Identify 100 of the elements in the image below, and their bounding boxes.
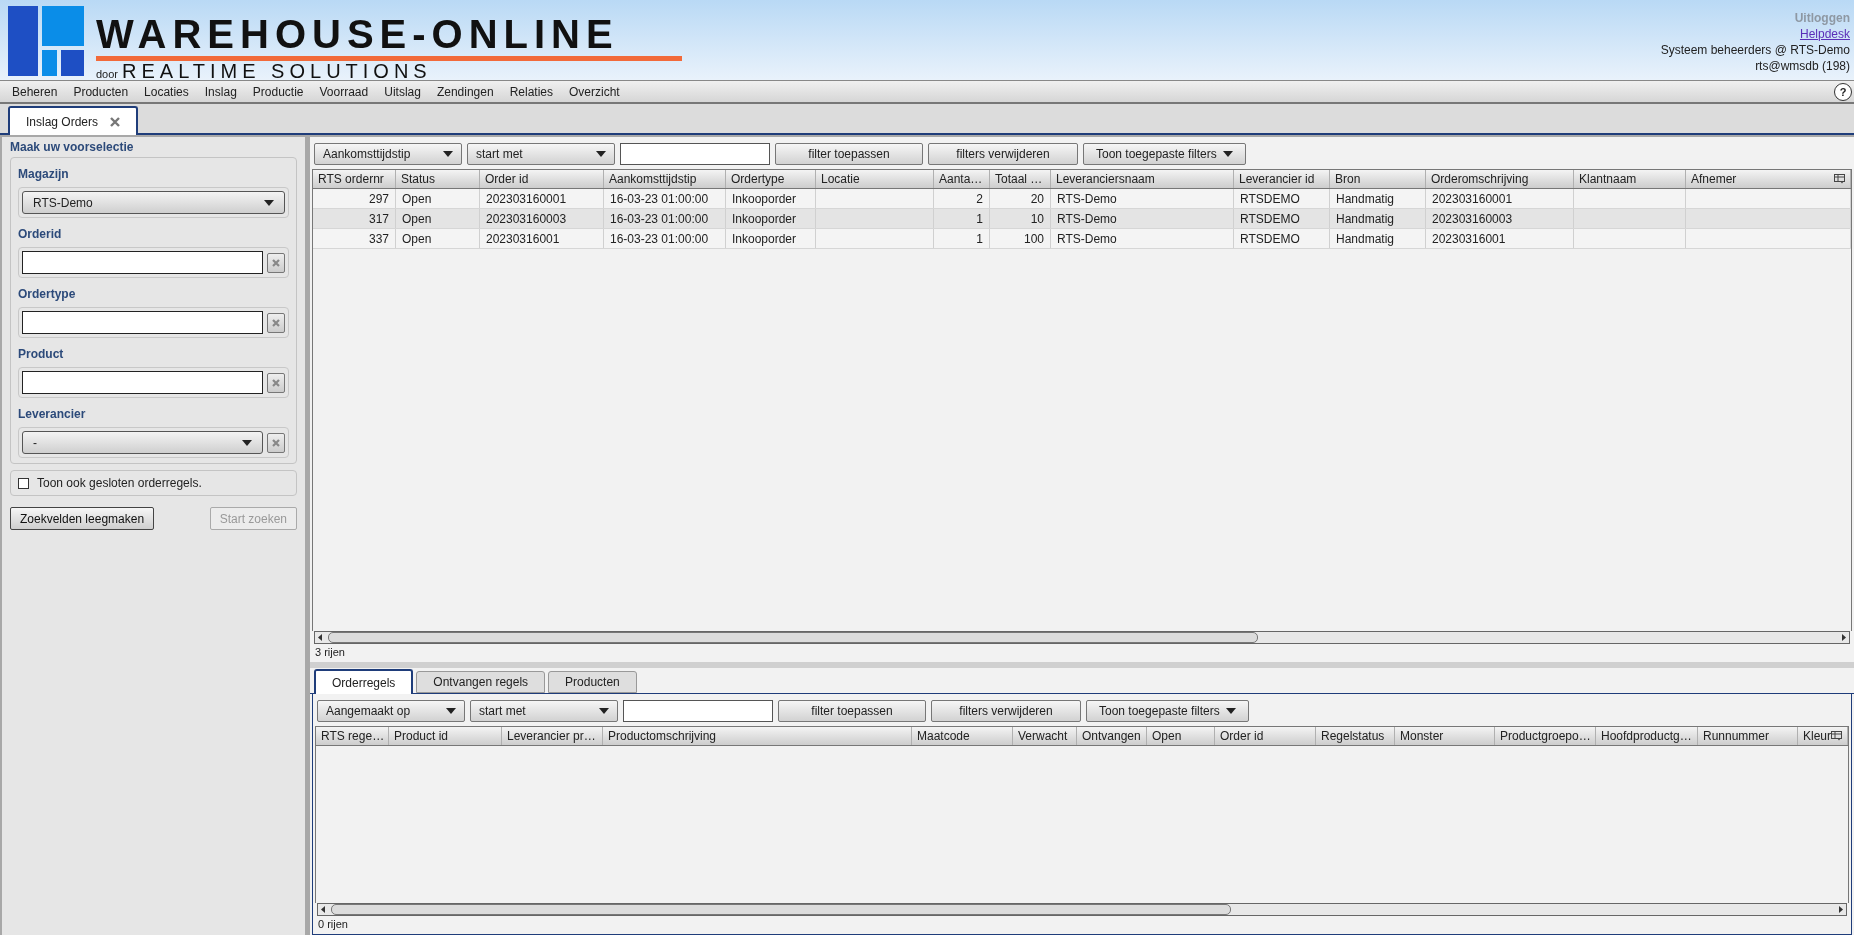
- dropdown[interactable]: start met: [467, 143, 615, 165]
- table-cell: 202303160003: [480, 209, 604, 228]
- caret-icon: [264, 199, 274, 206]
- table-cell: 20230316001: [480, 229, 604, 248]
- menu-item[interactable]: Beheren: [4, 81, 66, 102]
- column-header[interactable]: Ontvangen: [1077, 727, 1147, 745]
- table-cell: 100: [990, 229, 1051, 248]
- panel-title: Maak uw voorselectie: [10, 139, 135, 155]
- input-field[interactable]: [22, 251, 263, 274]
- table-cell: 202303160003: [1426, 209, 1574, 228]
- table-cell: 297: [313, 189, 396, 208]
- clear-button[interactable]: [267, 252, 285, 273]
- clear-fields-button[interactable]: Zoekvelden leegmaken: [10, 507, 155, 530]
- brand-subtitle: REALTIME SOLUTIONS: [122, 61, 432, 81]
- column-header[interactable]: Orderomschrijving: [1426, 170, 1574, 188]
- horizontal-scrollbar[interactable]: [314, 631, 1850, 644]
- column-header[interactable]: Leveranciersnaam: [1051, 170, 1234, 188]
- filter-input[interactable]: [623, 700, 773, 722]
- column-header[interactable]: Klantnaam: [1574, 170, 1686, 188]
- column-header[interactable]: Product id: [389, 727, 502, 745]
- checkbox[interactable]: [18, 477, 29, 489]
- dropdown[interactable]: -: [22, 431, 263, 454]
- detail-tab[interactable]: Orderregels: [314, 669, 414, 694]
- column-header[interactable]: Maatcode: [912, 727, 1013, 745]
- column-header[interactable]: Productomschrijving: [603, 727, 912, 745]
- horizontal-scrollbar[interactable]: [317, 903, 1847, 916]
- column-header[interactable]: Open: [1147, 727, 1215, 745]
- apply-filter-button[interactable]: filter toepassen: [778, 700, 926, 722]
- column-header[interactable]: Kleur: [1798, 727, 1848, 745]
- table-cell: 20: [990, 189, 1051, 208]
- apply-filter-button[interactable]: filter toepassen: [775, 143, 923, 165]
- table-cell: Handmatig: [1330, 189, 1426, 208]
- dropdown[interactable]: start met: [470, 700, 618, 722]
- menu-item[interactable]: Overzicht: [561, 81, 628, 102]
- logo-icon: [8, 6, 84, 76]
- column-header[interactable]: RTS ordernr: [313, 170, 396, 188]
- column-header[interactable]: Leverancier id: [1234, 170, 1330, 188]
- brand-title: WAREHOUSE-ONLINE: [96, 14, 620, 54]
- column-header[interactable]: Aankomsttijdstip: [604, 170, 726, 188]
- table-cell: 202303160001: [1426, 189, 1574, 208]
- row-count: 3 rijen: [314, 645, 346, 660]
- menu-item[interactable]: Voorraad: [311, 81, 377, 102]
- column-header[interactable]: Runnummer: [1698, 727, 1798, 745]
- table-cell: 1: [934, 209, 990, 228]
- column-header[interactable]: Regelstatus: [1316, 727, 1395, 745]
- clear-button[interactable]: [267, 372, 285, 393]
- table-cell: 202303160001: [480, 189, 604, 208]
- close-icon: [272, 258, 280, 267]
- column-header[interactable]: Bron: [1330, 170, 1426, 188]
- dropdown[interactable]: RTS-Demo: [22, 191, 285, 214]
- column-header[interactable]: Locatie: [816, 170, 934, 188]
- menu-item[interactable]: Productie: [244, 81, 312, 102]
- column-header[interactable]: Status: [396, 170, 480, 188]
- menu-item[interactable]: Locaties: [136, 81, 197, 102]
- detail-tab[interactable]: Ontvangen regels: [416, 671, 546, 693]
- close-icon: [110, 116, 121, 127]
- field-label: Leverancier: [18, 406, 87, 422]
- column-header[interactable]: Order id: [480, 170, 604, 188]
- column-menu-icon: [1831, 731, 1842, 741]
- menu-item[interactable]: Uitslag: [376, 81, 429, 102]
- menu-item[interactable]: Zendingen: [428, 81, 502, 102]
- clear-filters-button[interactable]: filters verwijderen: [928, 143, 1078, 165]
- column-header[interactable]: RTS rege…: [316, 727, 389, 745]
- user-db-text: rts@wmsdb (198): [1755, 58, 1850, 74]
- close-icon: [272, 318, 280, 327]
- page-tab[interactable]: Inslag Orders: [8, 106, 139, 135]
- help-button[interactable]: ?: [1834, 82, 1852, 101]
- column-header[interactable]: Order id: [1215, 727, 1316, 745]
- input-field[interactable]: [22, 371, 263, 394]
- column-header[interactable]: Afnemer: [1686, 170, 1851, 188]
- column-header[interactable]: Ordertype: [726, 170, 816, 188]
- field-label: Magazijn: [18, 166, 70, 182]
- menu-item[interactable]: Inslag: [196, 81, 245, 102]
- close-icon: [272, 438, 280, 447]
- column-header[interactable]: Monster: [1395, 727, 1495, 745]
- column-header[interactable]: Productgroepo…: [1495, 727, 1596, 745]
- clear-button[interactable]: [267, 312, 285, 333]
- column-header[interactable]: Hoofdproductg…: [1596, 727, 1698, 745]
- filter-input[interactable]: [620, 143, 770, 165]
- table-cell: RTSDEMO: [1234, 229, 1330, 248]
- show-filters-button[interactable]: Toon toegepaste filters: [1086, 700, 1249, 722]
- dropdown[interactable]: Aankomsttijdstip: [314, 143, 462, 165]
- column-header[interactable]: Verwacht: [1013, 727, 1077, 745]
- clear-button[interactable]: [267, 432, 285, 453]
- column-header[interactable]: Leverancier pr…: [502, 727, 603, 745]
- helpdesk-link[interactable]: Helpdesk: [1799, 26, 1850, 42]
- detail-tab[interactable]: Producten: [548, 671, 637, 693]
- table-cell: Inkooporder: [726, 189, 816, 208]
- user-group-text: Systeem beheerders @ RTS-Demo: [1660, 42, 1850, 58]
- input-field[interactable]: [22, 311, 263, 334]
- table-cell: RTS-Demo: [1051, 189, 1234, 208]
- table-cell: 337: [313, 229, 396, 248]
- column-header[interactable]: Aanta…: [934, 170, 990, 188]
- show-filters-button[interactable]: Toon toegepaste filters: [1083, 143, 1246, 165]
- dropdown[interactable]: Aangemaakt op: [317, 700, 465, 722]
- clear-filters-button[interactable]: filters verwijderen: [931, 700, 1081, 722]
- menu-item[interactable]: Relaties: [501, 81, 561, 102]
- column-header[interactable]: Totaal …: [990, 170, 1051, 188]
- menu-item[interactable]: Producten: [65, 81, 137, 102]
- caret-icon: [1225, 708, 1236, 714]
